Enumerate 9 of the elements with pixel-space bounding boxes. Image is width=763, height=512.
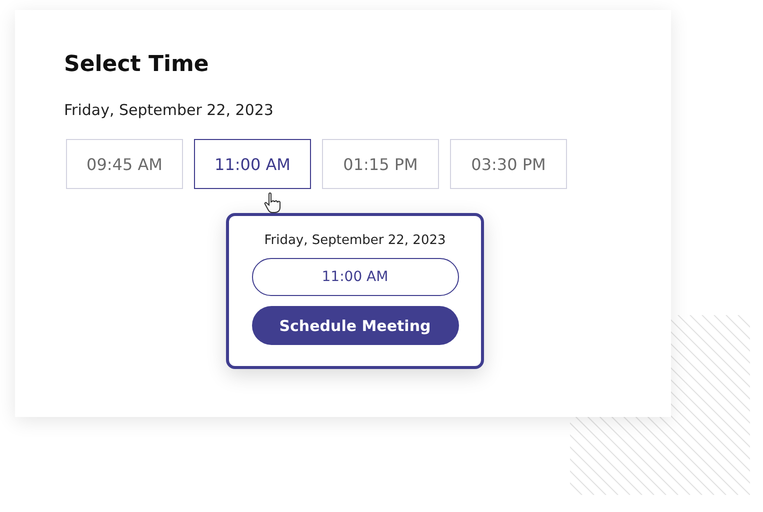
popover-date: Friday, September 22, 2023 xyxy=(264,233,446,248)
selected-time-pill: 11:00 AM xyxy=(252,258,458,296)
time-slot-button[interactable]: 01:15 PM xyxy=(322,139,439,189)
time-slot-button[interactable]: 03:30 PM xyxy=(450,139,567,189)
schedule-meeting-button[interactable]: Schedule Meeting xyxy=(252,306,458,345)
time-slot-button[interactable]: 09:45 AM xyxy=(66,139,183,189)
time-slot-button[interactable]: 11:00 AM xyxy=(194,139,311,189)
date-label: Friday, September 22, 2023 xyxy=(64,101,274,119)
section-title: Select Time xyxy=(64,52,209,77)
